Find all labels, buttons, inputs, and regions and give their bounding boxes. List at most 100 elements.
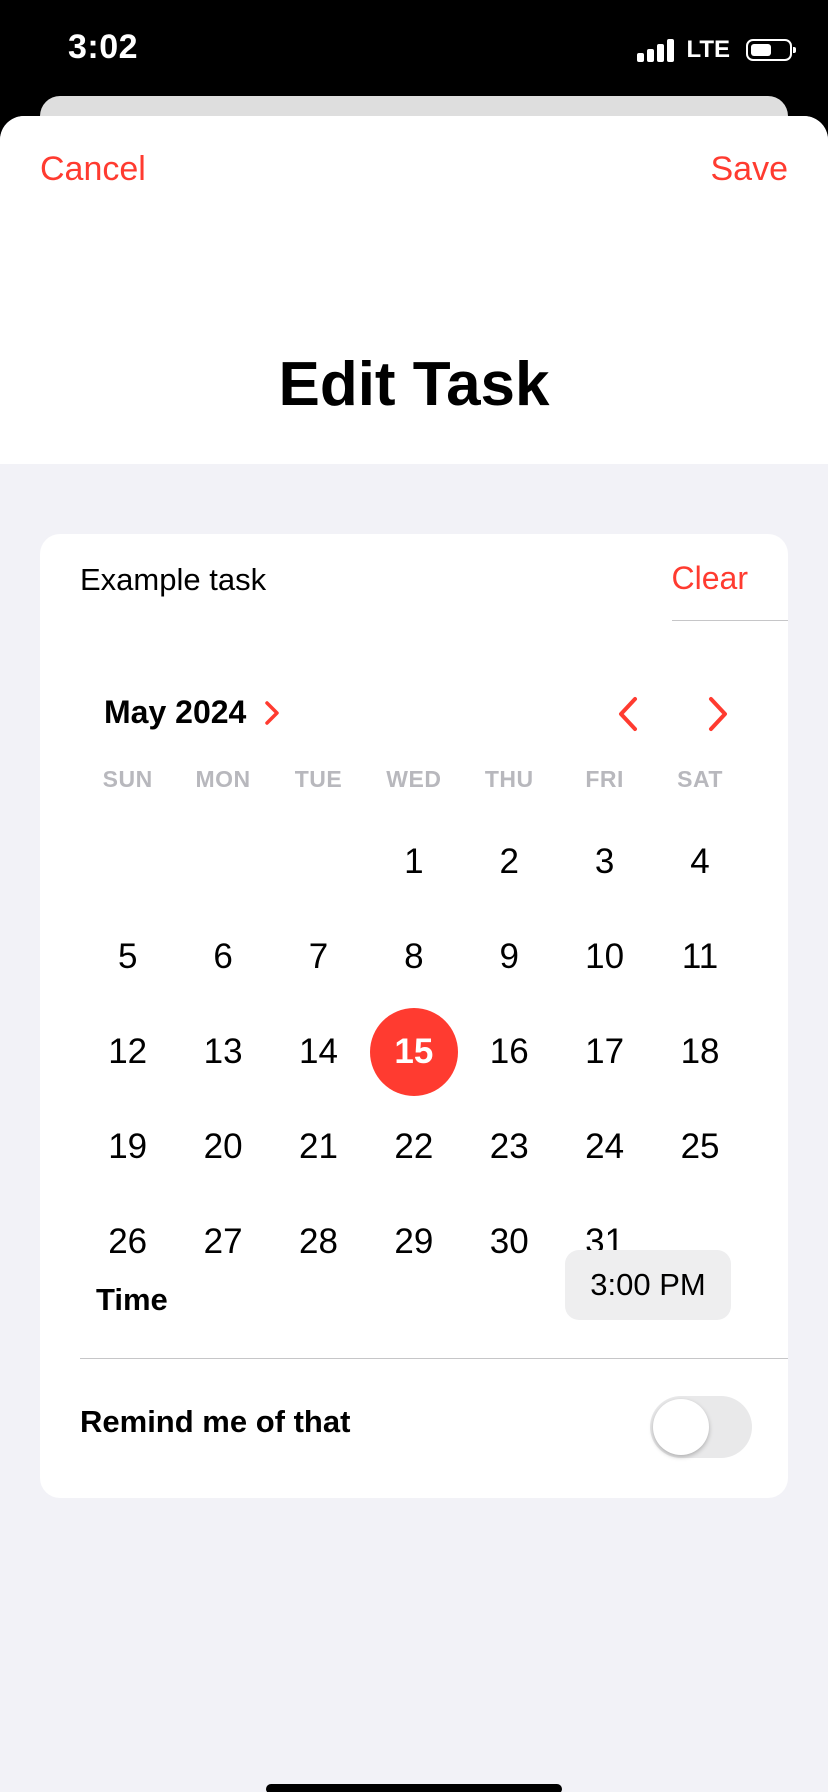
calendar-day-number: 21	[299, 1126, 338, 1166]
battery-icon	[746, 39, 796, 61]
calendar-day[interactable]: 13	[175, 1004, 270, 1099]
calendar-day-number: 30	[489, 1221, 529, 1261]
calendar-week-row: 1 2 3 4	[80, 814, 748, 909]
calendar-day-number: 8	[404, 936, 424, 976]
calendar-day[interactable]: 1	[366, 814, 461, 909]
calendar-day-number: 2	[499, 841, 519, 881]
calendar-day[interactable]: 20	[175, 1099, 270, 1194]
calendar-day-number: 27	[203, 1221, 243, 1261]
calendar-day[interactable]: 8	[366, 909, 461, 1004]
calendar-day-number: 22	[394, 1126, 434, 1166]
weekday-label: MON	[195, 766, 251, 792]
sheet-header: Cancel Save Edit Task	[0, 116, 828, 464]
calendar-day[interactable]: 10	[557, 909, 652, 1004]
calendar-day-number: 9	[499, 936, 519, 976]
weekday-label: WED	[386, 766, 442, 792]
previous-month-button[interactable]	[608, 694, 648, 734]
calendar-day-number: 20	[203, 1126, 243, 1166]
calendar-day-number: 19	[108, 1126, 148, 1166]
calendar-day[interactable]: 11	[652, 909, 747, 1004]
time-label: Time	[96, 1282, 168, 1317]
weekday-label: SAT	[677, 766, 723, 792]
calendar-day-number: 11	[681, 936, 719, 976]
calendar-day-number: 29	[394, 1221, 434, 1261]
calendar-day[interactable]: 12	[80, 1004, 175, 1099]
calendar-day-number: 14	[299, 1031, 338, 1071]
reminder-label: Remind me of that	[80, 1404, 351, 1439]
calendar-day[interactable]: 22	[366, 1099, 461, 1194]
calendar-day-selected[interactable]: 15	[366, 1004, 461, 1099]
weekday-header: SUN MON TUE WED THU FRI SAT	[80, 766, 748, 793]
calendar-day-number: 3	[594, 841, 615, 881]
calendar-day[interactable]: 9	[462, 909, 557, 1004]
calendar-day-number: 7	[308, 936, 329, 976]
calendar-day[interactable]: 21	[271, 1099, 366, 1194]
calendar-day[interactable]: 27	[175, 1194, 270, 1289]
calendar-day-number: 4	[690, 841, 710, 881]
chevron-right-icon	[265, 700, 280, 725]
calendar-day-number: 15	[369, 1007, 458, 1096]
calendar-day[interactable]: 18	[652, 1004, 747, 1099]
divider	[80, 1358, 788, 1359]
network-type: LTE	[686, 36, 730, 63]
calendar-day-number: 24	[585, 1126, 625, 1166]
month-label: May 2024	[104, 694, 247, 730]
calendar-week-row: 12 13 14 15 16 17 18	[80, 1004, 748, 1099]
calendar-day-number: 28	[299, 1221, 338, 1261]
calendar-day[interactable]: 23	[462, 1099, 557, 1194]
calendar-week-row: 19 20 21 22 23 24 25	[80, 1099, 748, 1194]
calendar-week-row: 5 6 7 8 9 10 11	[80, 909, 748, 1004]
chevron-left-icon	[619, 697, 637, 731]
task-card: Example task Clear May 2024 SUN MON TUE …	[40, 534, 788, 1498]
calendar-day[interactable]: 3	[557, 814, 652, 909]
calendar-day[interactable]: 4	[652, 814, 747, 909]
reminder-toggle[interactable]	[650, 1396, 752, 1458]
calendar-day-number: 10	[585, 936, 625, 976]
home-indicator	[266, 1784, 562, 1792]
calendar-day-number: 12	[108, 1031, 148, 1071]
status-bar: 3:02 LTE	[0, 0, 828, 100]
calendar-day-number: 17	[585, 1031, 625, 1071]
next-month-button[interactable]	[698, 694, 738, 734]
signal-icon	[637, 38, 675, 62]
calendar-empty-cell	[175, 814, 270, 909]
calendar-day[interactable]: 30	[462, 1194, 557, 1289]
weekday-label: SUN	[102, 766, 153, 792]
calendar-day-number: 5	[117, 936, 138, 976]
page-title: Edit Task	[278, 350, 550, 419]
calendar-day[interactable]: 24	[557, 1099, 652, 1194]
calendar-day-number: 25	[680, 1126, 720, 1166]
clear-button[interactable]: Clear	[672, 560, 748, 597]
calendar-day[interactable]: 17	[557, 1004, 652, 1099]
calendar-day[interactable]: 16	[462, 1004, 557, 1099]
divider	[672, 620, 788, 621]
calendar-empty-cell	[271, 814, 366, 909]
status-indicators: LTE	[637, 36, 796, 64]
calendar-day[interactable]: 7	[271, 909, 366, 1004]
weekday-label: FRI	[585, 766, 624, 792]
month-picker-button[interactable]: May 2024	[104, 694, 280, 731]
calendar-day[interactable]: 14	[271, 1004, 366, 1099]
calendar-day-number: 16	[489, 1031, 529, 1071]
save-button[interactable]: Save	[711, 150, 789, 189]
time-picker-button[interactable]: 3:00 PM	[565, 1250, 731, 1320]
toggle-knob	[653, 1399, 709, 1455]
calendar-day[interactable]: 28	[271, 1194, 366, 1289]
calendar-day[interactable]: 19	[80, 1099, 175, 1194]
calendar-day-number: 6	[213, 936, 233, 976]
calendar-day[interactable]: 29	[366, 1194, 461, 1289]
weekday-label: THU	[484, 766, 534, 792]
calendar-day[interactable]: 5	[80, 909, 175, 1004]
calendar-grid: 1 2 3 4 5 6 7 8 9 10 11 12 13 14 15 16 17 18 19 20 21 22 23 24 2…	[80, 814, 748, 1289]
calendar-day-number: 13	[203, 1031, 243, 1071]
calendar-day[interactable]: 2	[462, 814, 557, 909]
task-name-field[interactable]: Example task	[80, 562, 266, 598]
weekday-label: TUE	[294, 766, 343, 792]
calendar-day[interactable]: 6	[175, 909, 270, 1004]
calendar-day-number: 23	[489, 1126, 529, 1166]
cancel-button[interactable]: Cancel	[40, 150, 146, 189]
calendar-empty-cell	[80, 814, 175, 909]
calendar-day-number: 1	[404, 841, 424, 881]
calendar-day[interactable]: 26	[80, 1194, 175, 1289]
calendar-day[interactable]: 25	[652, 1099, 747, 1194]
